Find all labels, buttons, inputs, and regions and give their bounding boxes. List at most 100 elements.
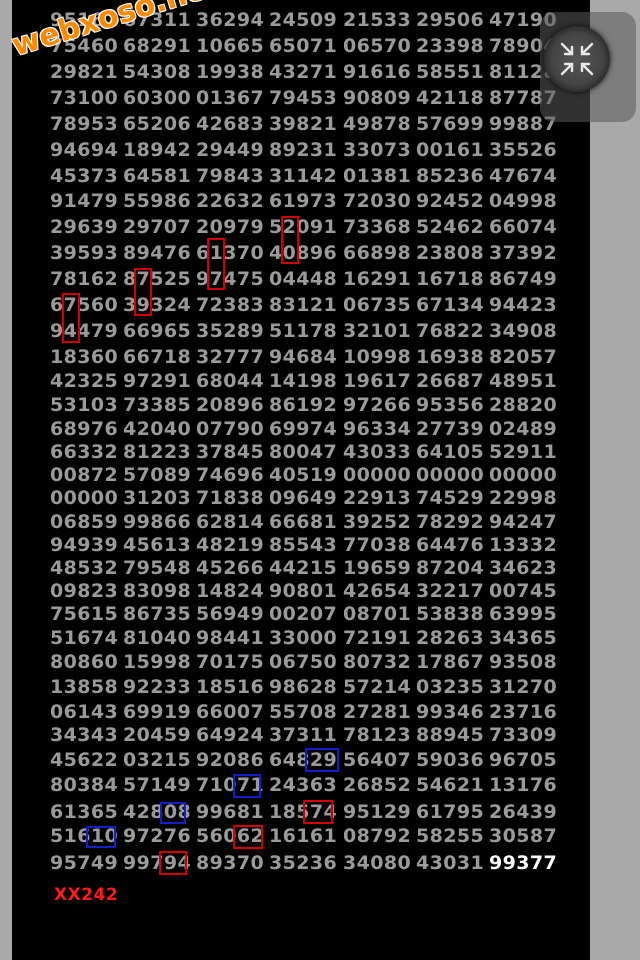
number-cell: 45373: [50, 165, 119, 187]
number-cell: 98441: [196, 627, 265, 649]
number-cell: 47674: [489, 165, 558, 187]
number-cell: 42683: [196, 113, 265, 135]
number-cell: 06570: [343, 35, 412, 57]
number-cell: 97266: [343, 394, 412, 416]
number-cell: 21533: [343, 9, 412, 31]
number-cell: 22632: [196, 190, 265, 212]
number-cell: 19659: [343, 557, 412, 579]
number-cell: 34365: [489, 627, 558, 649]
number-cell: 67560: [50, 294, 119, 316]
number-cell: 91616: [343, 61, 412, 83]
number-cell: 28263: [416, 627, 485, 649]
number-cell: 57149: [123, 774, 192, 796]
number-cell: 52911: [489, 441, 558, 463]
number-row: 06143 69919 66007 55708 27281 99346 23716: [0, 700, 590, 724]
number-cell: 68291: [123, 35, 192, 57]
number-row: 94694 18942 29449 89231 33073 00161 35526: [0, 138, 590, 162]
number-cell: 35289: [196, 320, 265, 342]
number-cell: 80732: [343, 651, 412, 673]
number-cell: 87204: [416, 557, 485, 579]
red-highlight-box: [207, 238, 225, 290]
number-cell: 85236: [416, 165, 485, 187]
number-row: 95749 99794 89370 35236 34080 43031 99377: [0, 851, 590, 875]
number-cell: 06735: [343, 294, 412, 316]
number-cell: 34343: [50, 724, 119, 746]
number-cell: 78292: [416, 511, 485, 533]
number-cell: 61973: [269, 190, 338, 212]
number-row: 61365 42808 99681 18574 95129 61795 26439: [0, 800, 590, 824]
number-row: 91479 55986 22632 61973 72030 92452 04998: [0, 189, 590, 213]
number-cell: 81223: [123, 441, 192, 463]
number-cell: 64924: [196, 724, 265, 746]
number-cell: 00000: [416, 464, 485, 486]
number-cell: 79548: [123, 557, 192, 579]
number-cell: 45622: [50, 749, 119, 771]
number-cell: 31270: [489, 676, 558, 698]
number-row: 29821 54308 19938 43271 91616 58551 81128: [0, 60, 590, 84]
number-cell: 26687: [416, 370, 485, 392]
number-cell: 62814: [196, 511, 265, 533]
number-cell: 17867: [416, 651, 485, 673]
number-cell: 95749: [50, 852, 119, 874]
number-cell: 66074: [489, 216, 558, 238]
number-cell: 40896: [269, 242, 338, 264]
blue-highlight-box: [305, 748, 339, 772]
number-cell: 55986: [123, 190, 192, 212]
number-row: 45373 64581 79843 31142 01381 85236 47674: [0, 164, 590, 188]
number-cell: 64581: [123, 165, 192, 187]
number-cell: 68044: [196, 370, 265, 392]
number-cell: 48219: [196, 534, 265, 556]
number-cell: 02489: [489, 418, 558, 440]
number-row: 73100 60300 01367 79453 90809 42118 87787: [0, 86, 590, 110]
number-cell: 27281: [343, 701, 412, 723]
number-cell: 32101: [343, 320, 412, 342]
number-cell: 93508: [489, 651, 558, 673]
number-cell: 18516: [196, 676, 265, 698]
number-cell: 66681: [269, 511, 338, 533]
number-cell: 89476: [123, 242, 192, 264]
number-cell: 23716: [489, 701, 558, 723]
number-cell: 06859: [50, 511, 119, 533]
number-cell: 63995: [489, 603, 558, 625]
number-cell: 43031: [416, 852, 485, 874]
number-cell: 00872: [50, 464, 119, 486]
number-cell: 08792: [343, 825, 412, 847]
number-row: 09823 83098 14824 90801 42654 32217 00745: [0, 579, 590, 603]
number-cell: 61795: [416, 801, 485, 823]
number-cell: 23398: [416, 35, 485, 57]
number-cell: 18942: [123, 139, 192, 161]
number-cell: 77038: [343, 534, 412, 556]
number-cell: 96705: [489, 749, 558, 771]
number-cell: 44215: [269, 557, 338, 579]
number-cell: 70175: [196, 651, 265, 673]
number-cell: 06750: [269, 651, 338, 673]
number-cell: 01381: [343, 165, 412, 187]
number-grid: 95167 67311 36294 24509 21533 29506 47190 75460…: [0, 0, 590, 960]
number-cell: 72030: [343, 190, 412, 212]
number-cell: 92233: [123, 676, 192, 698]
number-cell: 13332: [489, 534, 558, 556]
number-cell: 18360: [50, 346, 119, 368]
number-cell: 92452: [416, 190, 485, 212]
number-cell: 65071: [269, 35, 338, 57]
number-cell: 86735: [123, 603, 192, 625]
number-cell: 33073: [343, 139, 412, 161]
number-cell: 82057: [489, 346, 558, 368]
number-cell: 22998: [489, 487, 558, 509]
page: 95167 67311 36294 24509 21533 29506 47190 75460…: [0, 0, 640, 960]
number-cell: 96334: [343, 418, 412, 440]
number-row: 80860 15998 70175 06750 80732 17867 93508: [0, 650, 590, 674]
number-cell: 00000: [343, 464, 412, 486]
number-cell: 97276: [123, 825, 192, 847]
number-cell: 66332: [50, 441, 119, 463]
number-row: 66332 81223 37845 80047 43033 64105 52911: [0, 440, 590, 464]
number-cell: 73100: [50, 87, 119, 109]
number-cell: 29506: [416, 9, 485, 31]
number-row: 06859 99866 62814 66681 39252 78292 94247: [0, 510, 590, 534]
number-cell: 94939: [50, 534, 119, 556]
collapse-button[interactable]: [544, 26, 610, 92]
number-cell: 91479: [50, 190, 119, 212]
number-cell: 42040: [123, 418, 192, 440]
number-cell: 90809: [343, 87, 412, 109]
number-cell: 52462: [416, 216, 485, 238]
